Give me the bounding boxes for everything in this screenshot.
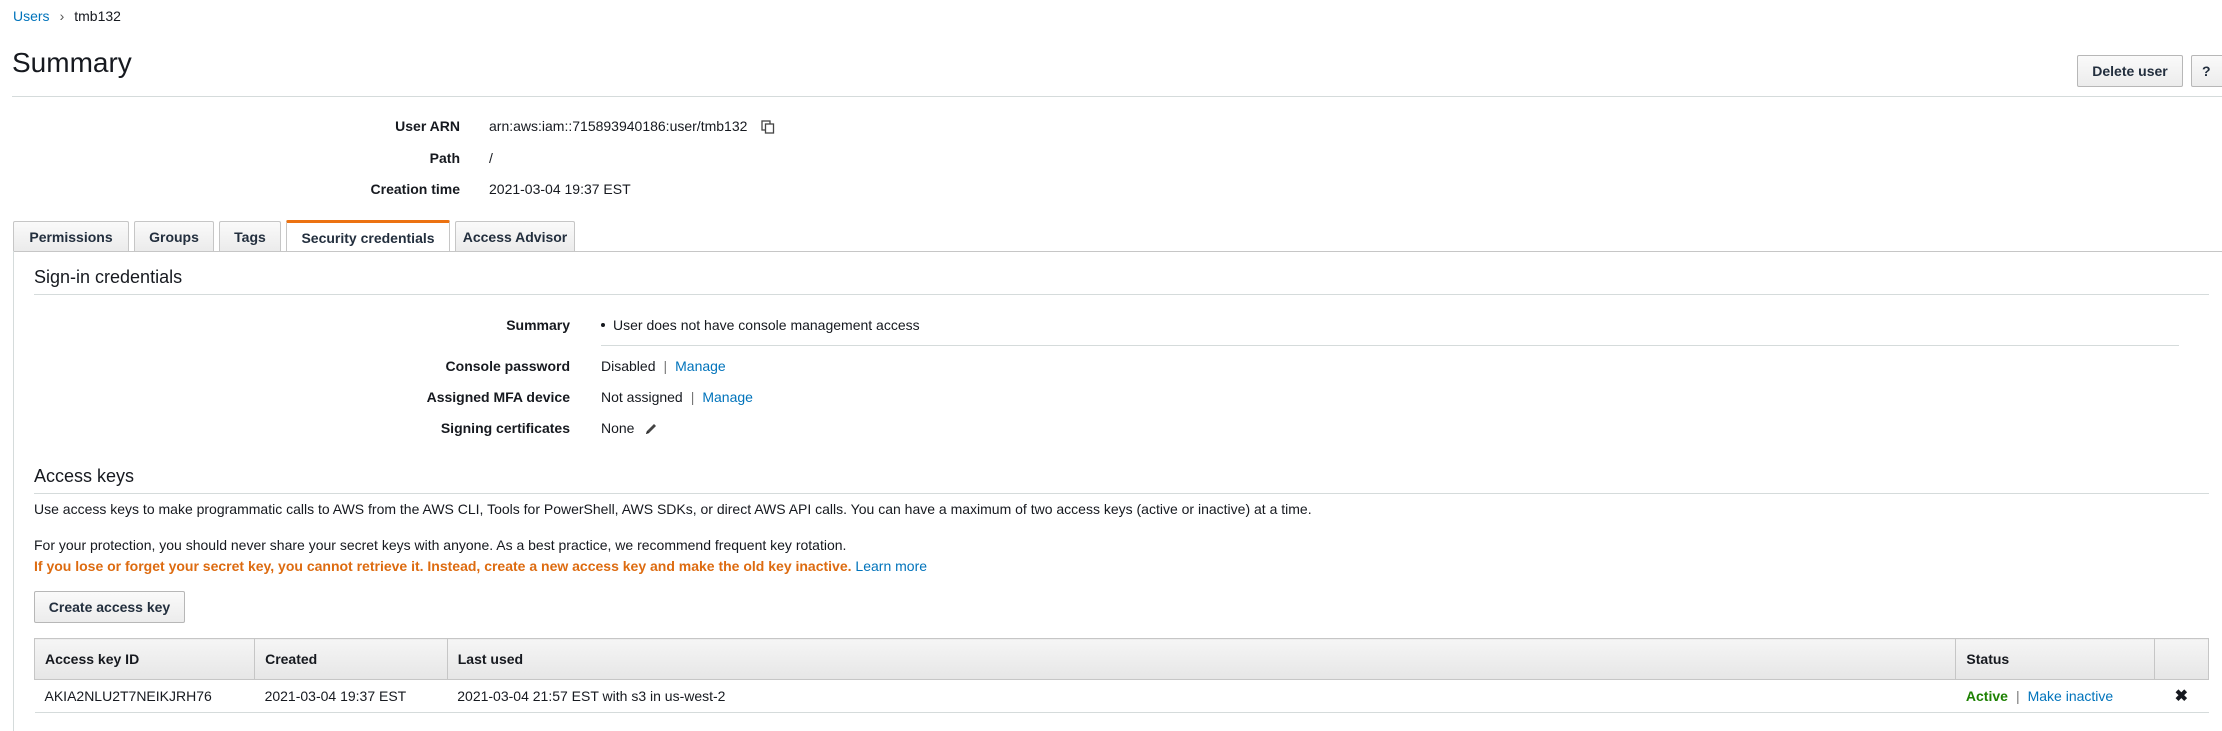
signin-summary-item: User does not have console management ac…	[601, 317, 920, 333]
creation-time-value: 2021-03-04 19:37 EST	[489, 181, 631, 197]
make-inactive-link[interactable]: Make inactive	[2028, 688, 2114, 704]
tab-permissions[interactable]: Permissions	[13, 221, 129, 251]
access-keys-warning-row: If you lose or forget your secret key, y…	[34, 558, 2204, 574]
path-label: Path	[429, 150, 460, 166]
tab-bar: Permissions Groups Tags Security credent…	[13, 220, 580, 252]
page-title: Summary	[12, 47, 132, 78]
console-password-label: Console password	[445, 358, 570, 374]
breadcrumb-current: tmb132	[74, 8, 121, 24]
tab-groups[interactable]: Groups	[134, 221, 214, 251]
signin-credentials-heading: Sign-in credentials	[34, 267, 183, 287]
close-icon[interactable]: ✖	[2175, 688, 2188, 705]
user-arn-label: User ARN	[395, 118, 460, 134]
tab-security-credentials[interactable]: Security credentials	[286, 220, 450, 252]
access-keys-heading: Access keys	[34, 466, 135, 486]
creation-time-label: Creation time	[370, 181, 460, 197]
delete-user-button[interactable]: Delete user	[2077, 55, 2183, 87]
signing-certificates-row: None	[601, 420, 658, 436]
mfa-device-label: Assigned MFA device	[426, 389, 570, 405]
signing-certificates-value: None	[601, 420, 635, 436]
signin-divider	[34, 294, 2209, 295]
tab-tags[interactable]: Tags	[219, 221, 281, 251]
help-button[interactable]: ?	[2191, 55, 2222, 87]
separator: |	[663, 358, 668, 374]
console-password-row: Disabled | Manage	[601, 358, 726, 374]
separator: |	[690, 389, 695, 405]
create-access-key-button[interactable]: Create access key	[34, 591, 185, 623]
signing-certificates-label: Signing certificates	[440, 420, 570, 436]
mfa-device-value: Not assigned	[601, 389, 683, 405]
breadcrumb-users-link[interactable]: Users	[13, 8, 50, 24]
copy-icon[interactable]	[761, 120, 775, 134]
remove-cell: ✖	[2154, 679, 2209, 713]
column-header-status[interactable]: Status	[1955, 638, 2155, 680]
learn-more-link[interactable]: Learn more	[855, 558, 927, 574]
column-header-last-used[interactable]: Last used	[446, 638, 1957, 680]
chevron-right-icon: ›	[59, 8, 65, 24]
access-keys-description: Use access keys to make programmatic cal…	[34, 501, 1312, 517]
access-keys-warning: If you lose or forget your secret key, y…	[34, 558, 852, 574]
path-value: /	[489, 150, 493, 166]
last-used-cell: 2021-03-04 21:57 EST with s3 in us-west-…	[447, 679, 1956, 713]
signin-summary-divider	[601, 345, 2179, 346]
column-header-actions	[2153, 638, 2210, 680]
created-cell: 2021-03-04 19:37 EST	[254, 679, 448, 713]
access-keys-protection-note: For your protection, you should never sh…	[34, 537, 847, 553]
separator: |	[2015, 688, 2020, 704]
table-row: AKIA2NLU2T7NEIKJRH76 2021-03-04 19:37 ES…	[34, 679, 2209, 713]
status-badge: Active	[1965, 688, 2008, 704]
access-key-id-cell: AKIA2NLU2T7NEIKJRH76	[34, 679, 255, 713]
column-header-access-key-id[interactable]: Access key ID	[33, 638, 256, 680]
tabs-divider	[13, 251, 2222, 252]
access-keys-divider	[34, 493, 2209, 494]
mfa-device-manage-link[interactable]: Manage	[702, 389, 753, 405]
console-password-manage-link[interactable]: Manage	[675, 358, 726, 374]
user-arn-value: arn:aws:iam::715893940186:user/tmb132	[489, 118, 748, 134]
breadcrumb: Users › tmb132	[13, 8, 121, 24]
access-keys-table: Access key ID Created Last used Status A…	[33, 638, 2210, 713]
pencil-icon[interactable]	[644, 422, 658, 436]
panel-border	[13, 251, 14, 731]
signin-summary-value: User does not have console management ac…	[613, 317, 920, 333]
column-header-created[interactable]: Created	[254, 638, 448, 680]
tab-access-advisor[interactable]: Access Advisor	[455, 221, 575, 251]
status-cell: Active | Make inactive	[1955, 679, 2155, 713]
bullet-icon	[601, 323, 605, 327]
mfa-device-row: Not assigned | Manage	[601, 389, 753, 405]
user-arn-row: arn:aws:iam::715893940186:user/tmb132	[489, 118, 775, 134]
signin-summary-label: Summary	[506, 317, 570, 333]
console-password-value: Disabled	[601, 358, 656, 374]
table-header-row: Access key ID Created Last used Status	[33, 638, 2210, 680]
title-divider	[12, 96, 2222, 97]
